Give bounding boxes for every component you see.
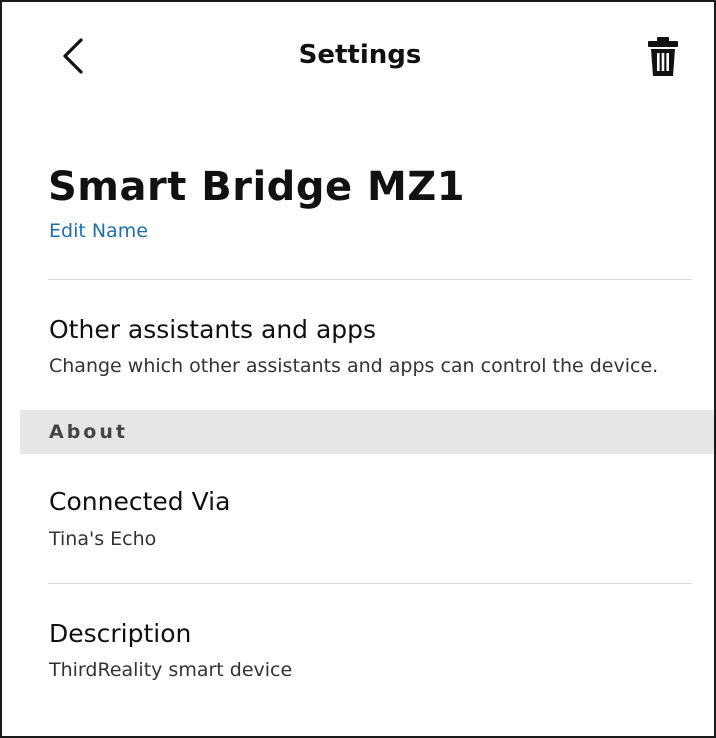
description-value: ThirdReality smart device [49, 659, 293, 681]
description-title: Description [49, 619, 192, 648]
about-section-header: About [20, 410, 714, 454]
divider [48, 279, 692, 280]
about-section-label: About [49, 421, 128, 443]
connected-via-row: Connected Via Tina's Echo [20, 472, 700, 572]
top-bar: Settings [2, 2, 714, 112]
page-title: Settings [298, 40, 422, 70]
connected-via-title: Connected Via [49, 487, 231, 516]
connected-via-value: Tina's Echo [49, 528, 157, 550]
device-name-heading: Smart Bridge MZ1 [48, 164, 466, 210]
trash-icon [648, 37, 678, 76]
other-assistants-row[interactable]: Other assistants and apps Change which o… [20, 302, 700, 402]
description-row: Description ThirdReality smart device [20, 604, 700, 704]
other-assistants-title: Other assistants and apps [49, 315, 377, 344]
divider [48, 583, 692, 584]
edit-name-link[interactable]: Edit Name [49, 220, 148, 242]
settings-screen: Settings Smart Bridge MZ1 Edit Name Othe… [0, 0, 716, 738]
other-assistants-subtitle: Change which other assistants and apps c… [49, 355, 659, 377]
delete-device-button[interactable] [646, 36, 680, 78]
